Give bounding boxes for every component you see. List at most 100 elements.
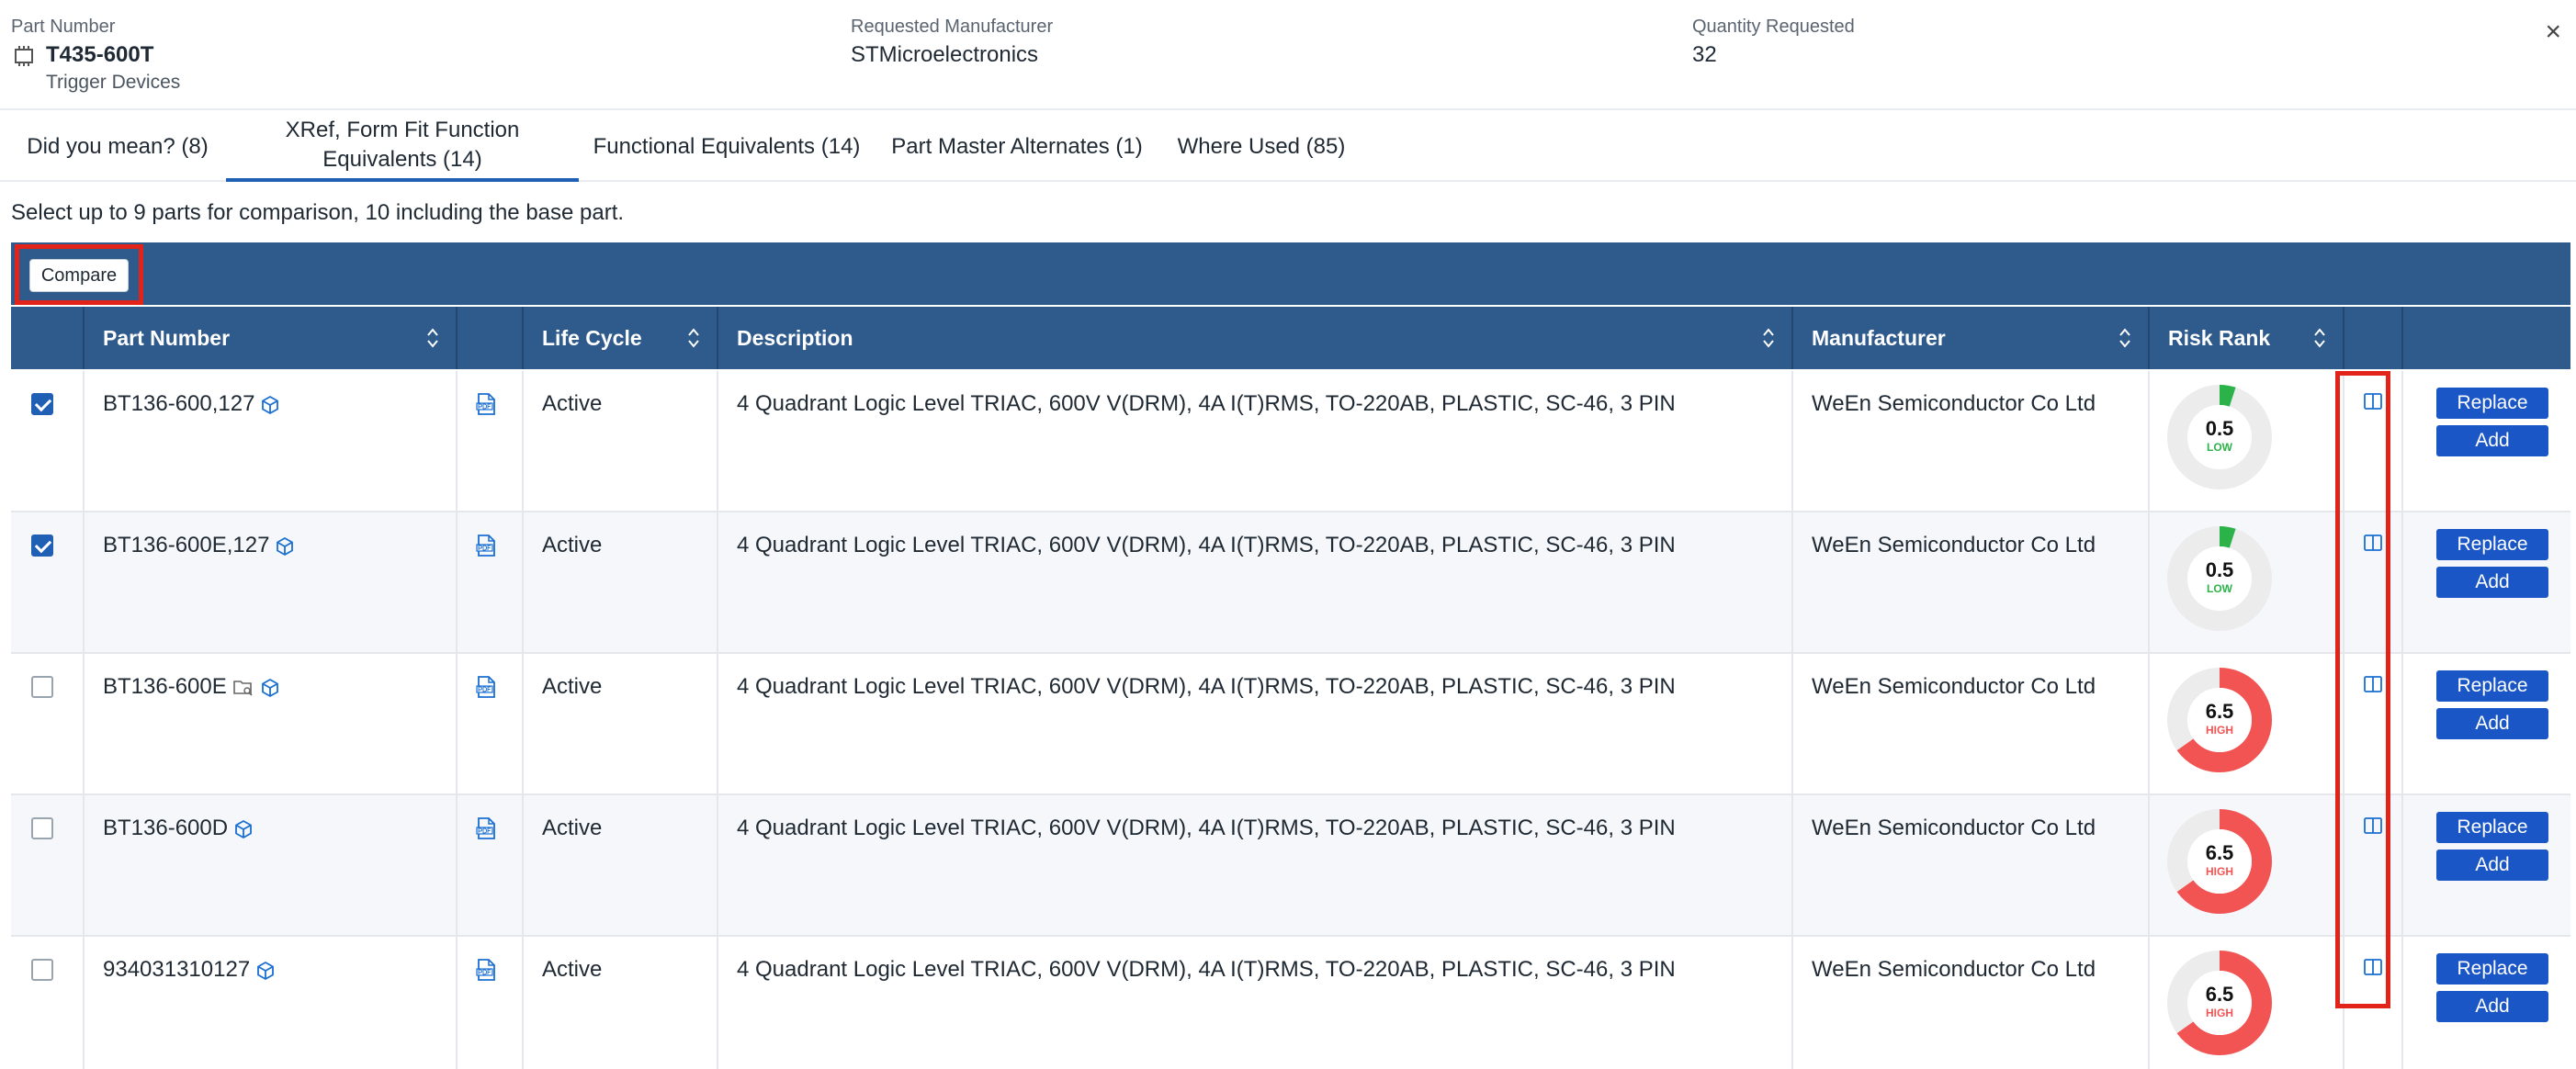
manufacturer-value: WeEn Semiconductor Co Ltd [1812,533,2096,557]
cube-icon[interactable] [255,961,276,981]
life-cycle-cell: Active [524,795,718,937]
life-cycle-column-header[interactable]: Life Cycle [524,307,718,369]
part-number-label: Part Number [11,17,116,37]
tab-functional-equivalents[interactable]: Functional Equivalents (14) [592,112,862,182]
cube-icon[interactable] [260,678,280,698]
risk-rank-value: 6.5 [2205,700,2234,723]
manufacturer-value: STMicroelectronics [851,42,1039,67]
tab-where-used[interactable]: Where Used (85) [1169,112,1354,182]
part-number-link[interactable]: BT136-600,127 [103,391,254,416]
pdf-icon[interactable] [476,393,496,415]
part-number-link[interactable]: BT136-600E [103,674,227,699]
tab-xref-fff-equivalents[interactable]: XRef, Form Fit Function Equivalents (14) [226,112,579,182]
manufacturer-column-header[interactable]: Manufacturer [1793,307,2150,369]
risk-rank-column-header[interactable]: Risk Rank [2150,307,2344,369]
tab-bar: Did you mean? (8) XRef, Form Fit Functio… [0,112,2576,182]
replace-button[interactable]: Replace [2436,812,2548,843]
row-checkbox[interactable] [31,393,53,415]
life-cycle-cell: Active [524,654,718,795]
sort-icon[interactable] [2313,327,2326,349]
close-icon[interactable]: × [2545,17,2561,48]
replace-button[interactable]: Replace [2436,953,2548,985]
folder-search-icon[interactable] [232,678,254,698]
part-number-value: T435-600T [46,42,154,67]
sort-icon[interactable] [687,327,700,349]
select-cell [11,512,85,654]
manufacturer-value: WeEn Semiconductor Co Ltd [1812,674,2096,699]
life-cycle-value: Active [542,816,603,840]
table-header: Part Number Life Cycle Description Manuf… [11,307,2570,369]
risk-rank-level: HIGH [2206,865,2233,878]
add-button[interactable]: Add [2436,991,2548,1022]
actions-cell: Replace Add [2403,371,2570,512]
actions-cell: Replace Add [2403,795,2570,937]
replace-button[interactable]: Replace [2436,529,2548,560]
part-number-cell: BT136-600D [85,795,458,937]
replace-button[interactable]: Replace [2436,388,2548,419]
sort-icon[interactable] [2118,327,2131,349]
sort-icon[interactable] [426,327,439,349]
part-category: Trigger Devices [46,72,181,93]
pdf-icon[interactable] [476,959,496,981]
row-checkbox[interactable] [31,676,53,698]
description-cell: 4 Quadrant Logic Level TRIAC, 600V V(DRM… [718,795,1793,937]
add-button[interactable]: Add [2436,708,2548,739]
select-cell [11,937,85,1069]
row-checkbox[interactable] [31,959,53,981]
risk-rank-level: LOW [2207,582,2232,595]
select-cell [11,795,85,937]
table-row: BT136-600,127 Active 4 Quadrant Logic Le… [11,371,2570,512]
description-value: 4 Quadrant Logic Level TRIAC, 600V V(DRM… [737,674,1676,699]
description-cell: 4 Quadrant Logic Level TRIAC, 600V V(DRM… [718,371,1793,512]
risk-rank-value: 6.5 [2205,841,2234,864]
risk-rank-value: 0.5 [2205,417,2234,440]
add-button[interactable]: Add [2436,425,2548,456]
cube-icon[interactable] [233,819,254,839]
part-number-cell: BT136-600E [85,654,458,795]
part-number-link[interactable]: 934031310127 [103,957,250,982]
description-column-header[interactable]: Description [718,307,1793,369]
life-cycle-value: Active [542,391,603,416]
description-value: 4 Quadrant Logic Level TRIAC, 600V V(DRM… [737,816,1676,840]
manufacturer-header-label: Manufacturer [1812,325,1946,350]
datasheet-cell [458,795,524,937]
quantity-value: 32 [1692,42,1717,67]
add-button[interactable]: Add [2436,850,2548,881]
life-cycle-cell: Active [524,512,718,654]
part-number-link[interactable]: BT136-600E,127 [103,533,269,557]
pdf-icon[interactable] [476,817,496,839]
table-row: 934031310127 Active 4 Quadrant Logic Lev… [11,937,2570,1069]
pdf-icon[interactable] [476,534,496,557]
cube-icon[interactable] [275,536,295,557]
replace-button[interactable]: Replace [2436,670,2548,702]
description-cell: 4 Quadrant Logic Level TRIAC, 600V V(DRM… [718,512,1793,654]
datasheet-column-header [458,307,524,369]
tab-part-master-alternates[interactable]: Part Master Alternates (1) [887,112,1147,182]
comparison-hint: Select up to 9 parts for comparison, 10 … [11,200,625,225]
cube-icon[interactable] [260,395,280,415]
actions-column-header [2403,307,2570,369]
risk-rank-level: LOW [2207,441,2232,454]
select-column-header [11,307,85,369]
part-number-cell: BT136-600E,127 [85,512,458,654]
sort-icon[interactable] [1762,327,1775,349]
tab-did-you-mean[interactable]: Did you mean? (8) [11,112,224,182]
risk-rank-level: HIGH [2206,1007,2233,1019]
manufacturer-value: WeEn Semiconductor Co Ltd [1812,816,2096,840]
compare-highlight-box [15,244,143,305]
table-row: BT136-600D Active 4 Quadrant Logic Level… [11,795,2570,937]
risk-rank-header-label: Risk Rank [2168,325,2271,350]
part-number-column-header[interactable]: Part Number [85,307,458,369]
row-checkbox[interactable] [31,534,53,557]
part-number-cell: BT136-600,127 [85,371,458,512]
risk-rank-value: 0.5 [2205,558,2234,581]
datasheet-cell [458,937,524,1069]
risk-rank-level: HIGH [2206,724,2233,737]
risk-rank-cell: 0.5 LOW [2150,371,2344,512]
actions-cell: Replace Add [2403,937,2570,1069]
row-checkbox[interactable] [31,817,53,839]
pdf-icon[interactable] [476,676,496,698]
manufacturer-cell: WeEn Semiconductor Co Ltd [1793,654,2150,795]
add-button[interactable]: Add [2436,567,2548,598]
part-number-link[interactable]: BT136-600D [103,816,228,840]
